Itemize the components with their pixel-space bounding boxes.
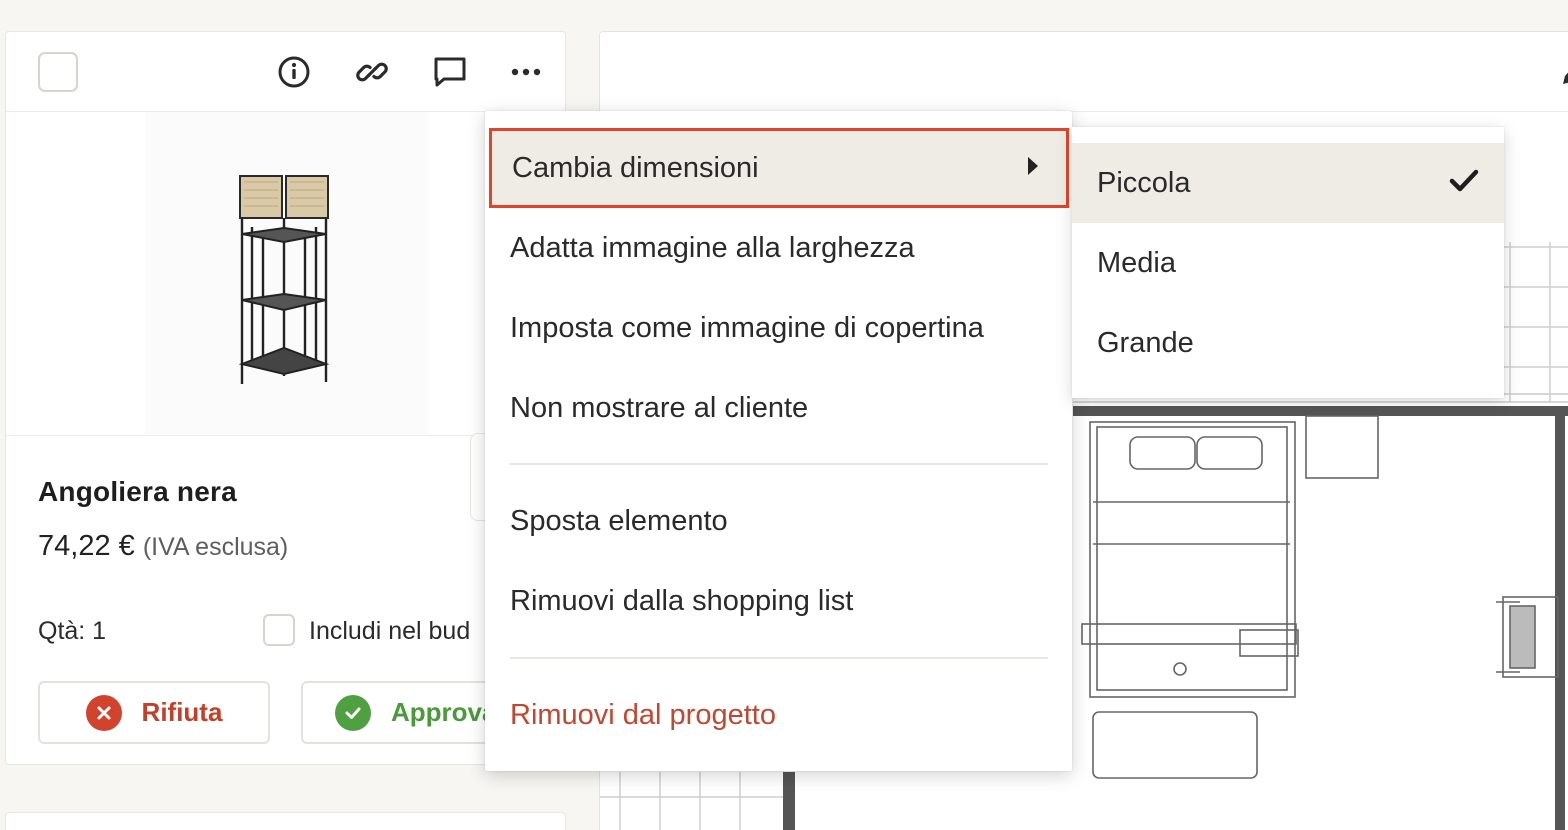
- size-option-small[interactable]: Piccola: [1072, 143, 1504, 223]
- next-product-card: [5, 812, 566, 830]
- link-icon[interactable]: [352, 52, 392, 92]
- menu-item-label: Rimuovi dal progetto: [510, 698, 776, 731]
- reject-icon: [85, 694, 122, 731]
- size-option-medium[interactable]: Media: [1072, 223, 1504, 303]
- product-image: [145, 112, 427, 434]
- product-name: Angoliera nera: [38, 476, 237, 507]
- menu-item-label: Imposta come immagine di copertina: [510, 311, 984, 344]
- size-option-label: Media: [1097, 246, 1176, 279]
- menu-item-change-size[interactable]: Cambia dimensioni: [489, 128, 1069, 208]
- menu-item-fit-width[interactable]: Adatta immagine alla larghezza: [485, 209, 1072, 287]
- price-value: 74,22 €: [38, 530, 135, 562]
- size-option-label: Grande: [1097, 326, 1194, 359]
- menu-item-label: Cambia dimensioni: [512, 151, 759, 184]
- context-menu: Cambia dimensioni Adatta immagine alla l…: [485, 111, 1072, 771]
- submenu-arrow-icon: [1028, 157, 1038, 175]
- quantity-label: Qtà: 1: [38, 617, 107, 645]
- menu-item-hide-from-client[interactable]: Non mostrare al cliente: [485, 369, 1072, 447]
- product-price: 74,22 € (IVA esclusa): [38, 530, 288, 563]
- menu-divider: [510, 657, 1048, 659]
- menu-item-remove-shopping-list[interactable]: Rimuovi dalla shopping list: [485, 562, 1072, 640]
- checkmark-icon: [1449, 169, 1479, 192]
- menu-item-label: Sposta elemento: [510, 504, 728, 537]
- size-option-large[interactable]: Grande: [1072, 303, 1504, 383]
- size-option-label: Piccola: [1097, 166, 1191, 199]
- comment-icon[interactable]: [430, 52, 470, 92]
- menu-item-label: Rimuovi dalla shopping list: [510, 584, 854, 617]
- card-header: [6, 32, 565, 112]
- menu-item-label: Non mostrare al cliente: [510, 391, 809, 424]
- more-icon[interactable]: [506, 52, 546, 92]
- include-budget-label: Includi nel bud: [309, 617, 471, 645]
- tax-note: (IVA esclusa): [142, 533, 289, 561]
- product-card: Angoliera nera 74,22 € (IVA esclusa) Qtà…: [5, 31, 566, 765]
- menu-divider: [510, 463, 1048, 465]
- reject-label: Rifiuta: [141, 697, 223, 727]
- menu-item-label: Adatta immagine alla larghezza: [510, 231, 915, 264]
- approve-icon: [335, 694, 371, 731]
- menu-item-move[interactable]: Sposta elemento: [485, 482, 1072, 560]
- select-checkbox[interactable]: [38, 52, 78, 92]
- info-icon[interactable]: [274, 52, 314, 92]
- size-submenu: Piccola Media Grande: [1072, 127, 1504, 398]
- menu-item-set-cover[interactable]: Imposta come immagine di copertina: [485, 289, 1072, 367]
- reject-button[interactable]: Rifiuta: [38, 681, 270, 744]
- include-budget-checkbox[interactable]: [263, 614, 295, 646]
- approve-label: Approva: [391, 697, 497, 727]
- menu-item-remove-project[interactable]: Rimuovi dal progetto: [485, 676, 1072, 754]
